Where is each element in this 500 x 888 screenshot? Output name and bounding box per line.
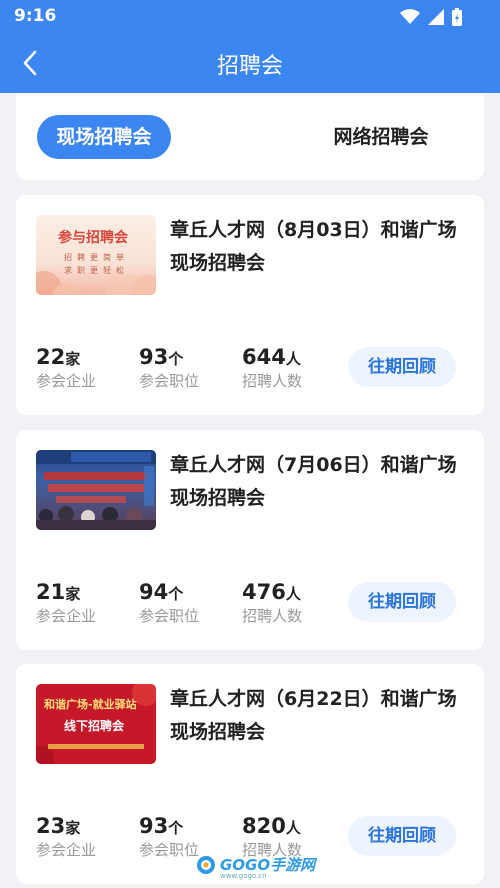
- fair-card[interactable]: 参与招聘会 招聘更简单 求职更轻松 章丘人才网（8月03日）和谐广场现场招聘会 …: [16, 195, 484, 415]
- poster-main-text: 和谐广场-就业驿站: [44, 697, 137, 711]
- stat-value: 23: [36, 814, 66, 838]
- stat-positions: 93个 参会职位: [139, 814, 199, 860]
- stat-unit: 家: [65, 819, 81, 837]
- stat-hires: 644人 招聘人数: [242, 345, 302, 391]
- stat-value: 22: [36, 345, 66, 369]
- fair-thumbnail: 参与招聘会 招聘更简单 求职更轻松: [36, 215, 156, 295]
- stat-value: 820: [242, 814, 286, 838]
- stat-value: 476: [242, 580, 286, 604]
- stat-label: 参会职位: [139, 372, 200, 390]
- wifi-icon: [400, 9, 420, 24]
- stat-value: 93: [139, 814, 169, 838]
- past-review-button[interactable]: 往期回顾: [348, 347, 456, 387]
- poster-sub-text-1: 招聘更简单: [64, 252, 129, 262]
- status-time: 9:16: [14, 6, 57, 26]
- stat-label: 招聘人数: [242, 372, 303, 390]
- stat-unit: 人: [285, 819, 301, 837]
- fair-card[interactable]: 和谐广场-就业驿站 线下招聘会 章丘人才网（6月22日）和谐广场现场招聘会 23…: [16, 664, 484, 884]
- stat-unit: 个: [168, 350, 184, 368]
- stat-label: 参会职位: [139, 607, 200, 625]
- fair-thumbnail: [36, 450, 156, 530]
- fair-title: 章丘人才网（7月06日）和谐广场现场招聘会: [170, 454, 457, 509]
- signal-icon: [428, 9, 444, 25]
- past-review-button[interactable]: 往期回顾: [348, 816, 456, 856]
- stat-unit: 家: [65, 350, 81, 368]
- stat-companies: 21家 参会企业: [36, 580, 96, 626]
- stat-label: 参会企业: [36, 607, 97, 625]
- stat-value: 93: [139, 345, 169, 369]
- past-review-button[interactable]: 往期回顾: [348, 582, 456, 622]
- stat-value: 644: [242, 345, 286, 369]
- nav-bar: 招聘会: [0, 33, 500, 93]
- poster-sub-text-2: 求职更轻松: [64, 265, 129, 275]
- stat-unit: 家: [65, 585, 81, 603]
- stat-positions: 94个 参会职位: [139, 580, 199, 626]
- fair-photo-image: [36, 450, 156, 530]
- stat-companies: 23家 参会企业: [36, 814, 96, 860]
- site-watermark: GOGO手游网 www.gogo.cn: [196, 854, 315, 880]
- tab-onsite-fair[interactable]: 现场招聘会: [37, 115, 171, 159]
- fair-title: 章丘人才网（8月03日）和谐广场现场招聘会: [170, 219, 457, 274]
- poster-main-text: 参与招聘会: [58, 229, 129, 246]
- fair-poster-image: 参与招聘会 招聘更简单 求职更轻松: [36, 229, 156, 295]
- stat-unit: 人: [285, 585, 301, 603]
- status-icons: [400, 8, 462, 26]
- fair-title: 章丘人才网（6月22日）和谐广场现场招聘会: [170, 688, 457, 743]
- stat-value: 94: [139, 580, 169, 604]
- poster-sub-text-1: 线下招聘会: [64, 718, 125, 733]
- stat-label: 参会企业: [36, 841, 97, 859]
- fair-poster-image: 和谐广场-就业驿站 线下招聘会: [36, 684, 156, 764]
- fair-card[interactable]: 章丘人才网（7月06日）和谐广场现场招聘会 21家 参会企业 94个 参会职位 …: [16, 430, 484, 650]
- stat-value: 21: [36, 580, 66, 604]
- stat-unit: 个: [168, 585, 184, 603]
- page-title: 招聘会: [216, 54, 283, 79]
- tab-bar: 现场招聘会 网络招聘会: [16, 93, 484, 180]
- watermark-subtext: www.gogo.cn: [220, 872, 267, 880]
- battery-icon: [452, 8, 462, 26]
- stat-companies: 22家 参会企业: [36, 345, 96, 391]
- stat-label: 参会企业: [36, 372, 97, 390]
- stat-hires: 476人 招聘人数: [242, 580, 302, 626]
- status-bar: 9:16: [0, 0, 500, 33]
- gogo-logo-icon: [197, 855, 215, 874]
- stat-unit: 人: [285, 350, 301, 368]
- stat-positions: 93个 参会职位: [139, 345, 199, 391]
- fair-thumbnail: 和谐广场-就业驿站 线下招聘会: [36, 684, 156, 764]
- stat-unit: 个: [168, 819, 184, 837]
- stat-label: 参会职位: [139, 841, 200, 859]
- tab-online-fair[interactable]: 网络招聘会: [306, 115, 456, 159]
- stat-label: 招聘人数: [242, 607, 303, 625]
